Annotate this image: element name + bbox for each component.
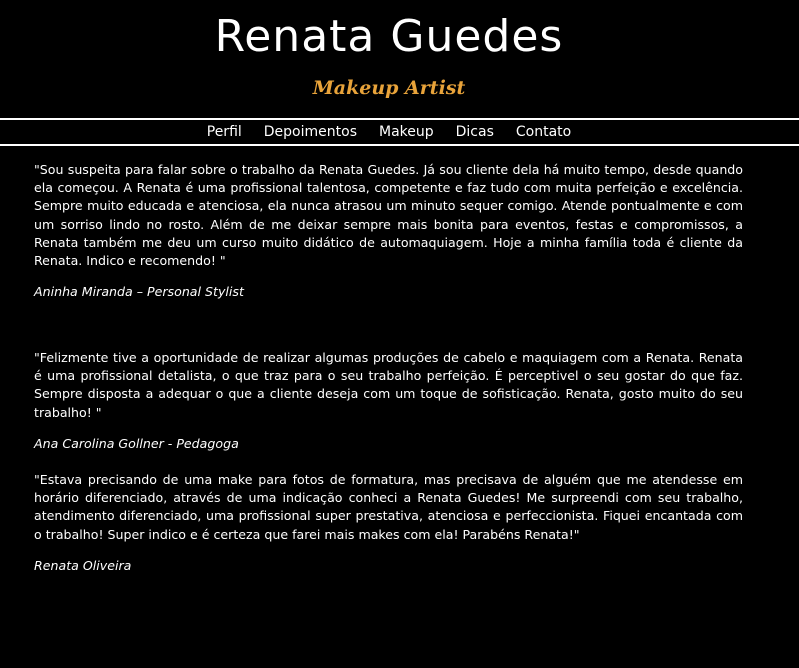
- testimonial-author: Renata Oliveira: [34, 557, 132, 573]
- main-nav: Perfil Depoimentos Makeup Dicas Contato: [0, 120, 778, 144]
- testimonial: "Sou suspeita para falar sobre o trabalh…: [34, 161, 743, 349]
- nav-divider-bottom: [0, 144, 799, 146]
- testimonial-author: Aninha Miranda – Personal Stylist: [34, 284, 244, 300]
- nav-item-contato[interactable]: Contato: [516, 120, 571, 144]
- testimonial-quote: "Felizmente tive a oportunidade de reali…: [34, 350, 743, 420]
- nav-item-dicas[interactable]: Dicas: [456, 120, 494, 144]
- nav-item-makeup[interactable]: Makeup: [379, 120, 434, 144]
- site-header: Renata Guedes Makeup Artist: [0, 0, 799, 112]
- testimonial: "Felizmente tive a oportunidade de reali…: [34, 349, 743, 471]
- testimonial: "Estava precisando de uma make para foto…: [34, 471, 743, 575]
- testimonial-author: Ana Carolina Gollner - Pedagoga: [34, 435, 239, 451]
- testimonials-section: "Sou suspeita para falar sobre o trabalh…: [34, 161, 743, 575]
- testimonial-quote: "Estava precisando de uma make para foto…: [34, 472, 743, 542]
- nav-item-depoimentos[interactable]: Depoimentos: [264, 120, 357, 144]
- nav-item-perfil[interactable]: Perfil: [207, 120, 242, 144]
- testimonial-quote: "Sou suspeita para falar sobre o trabalh…: [34, 162, 743, 269]
- site-title: Renata Guedes: [214, 11, 564, 62]
- site-subtitle: Makeup Artist: [312, 77, 466, 99]
